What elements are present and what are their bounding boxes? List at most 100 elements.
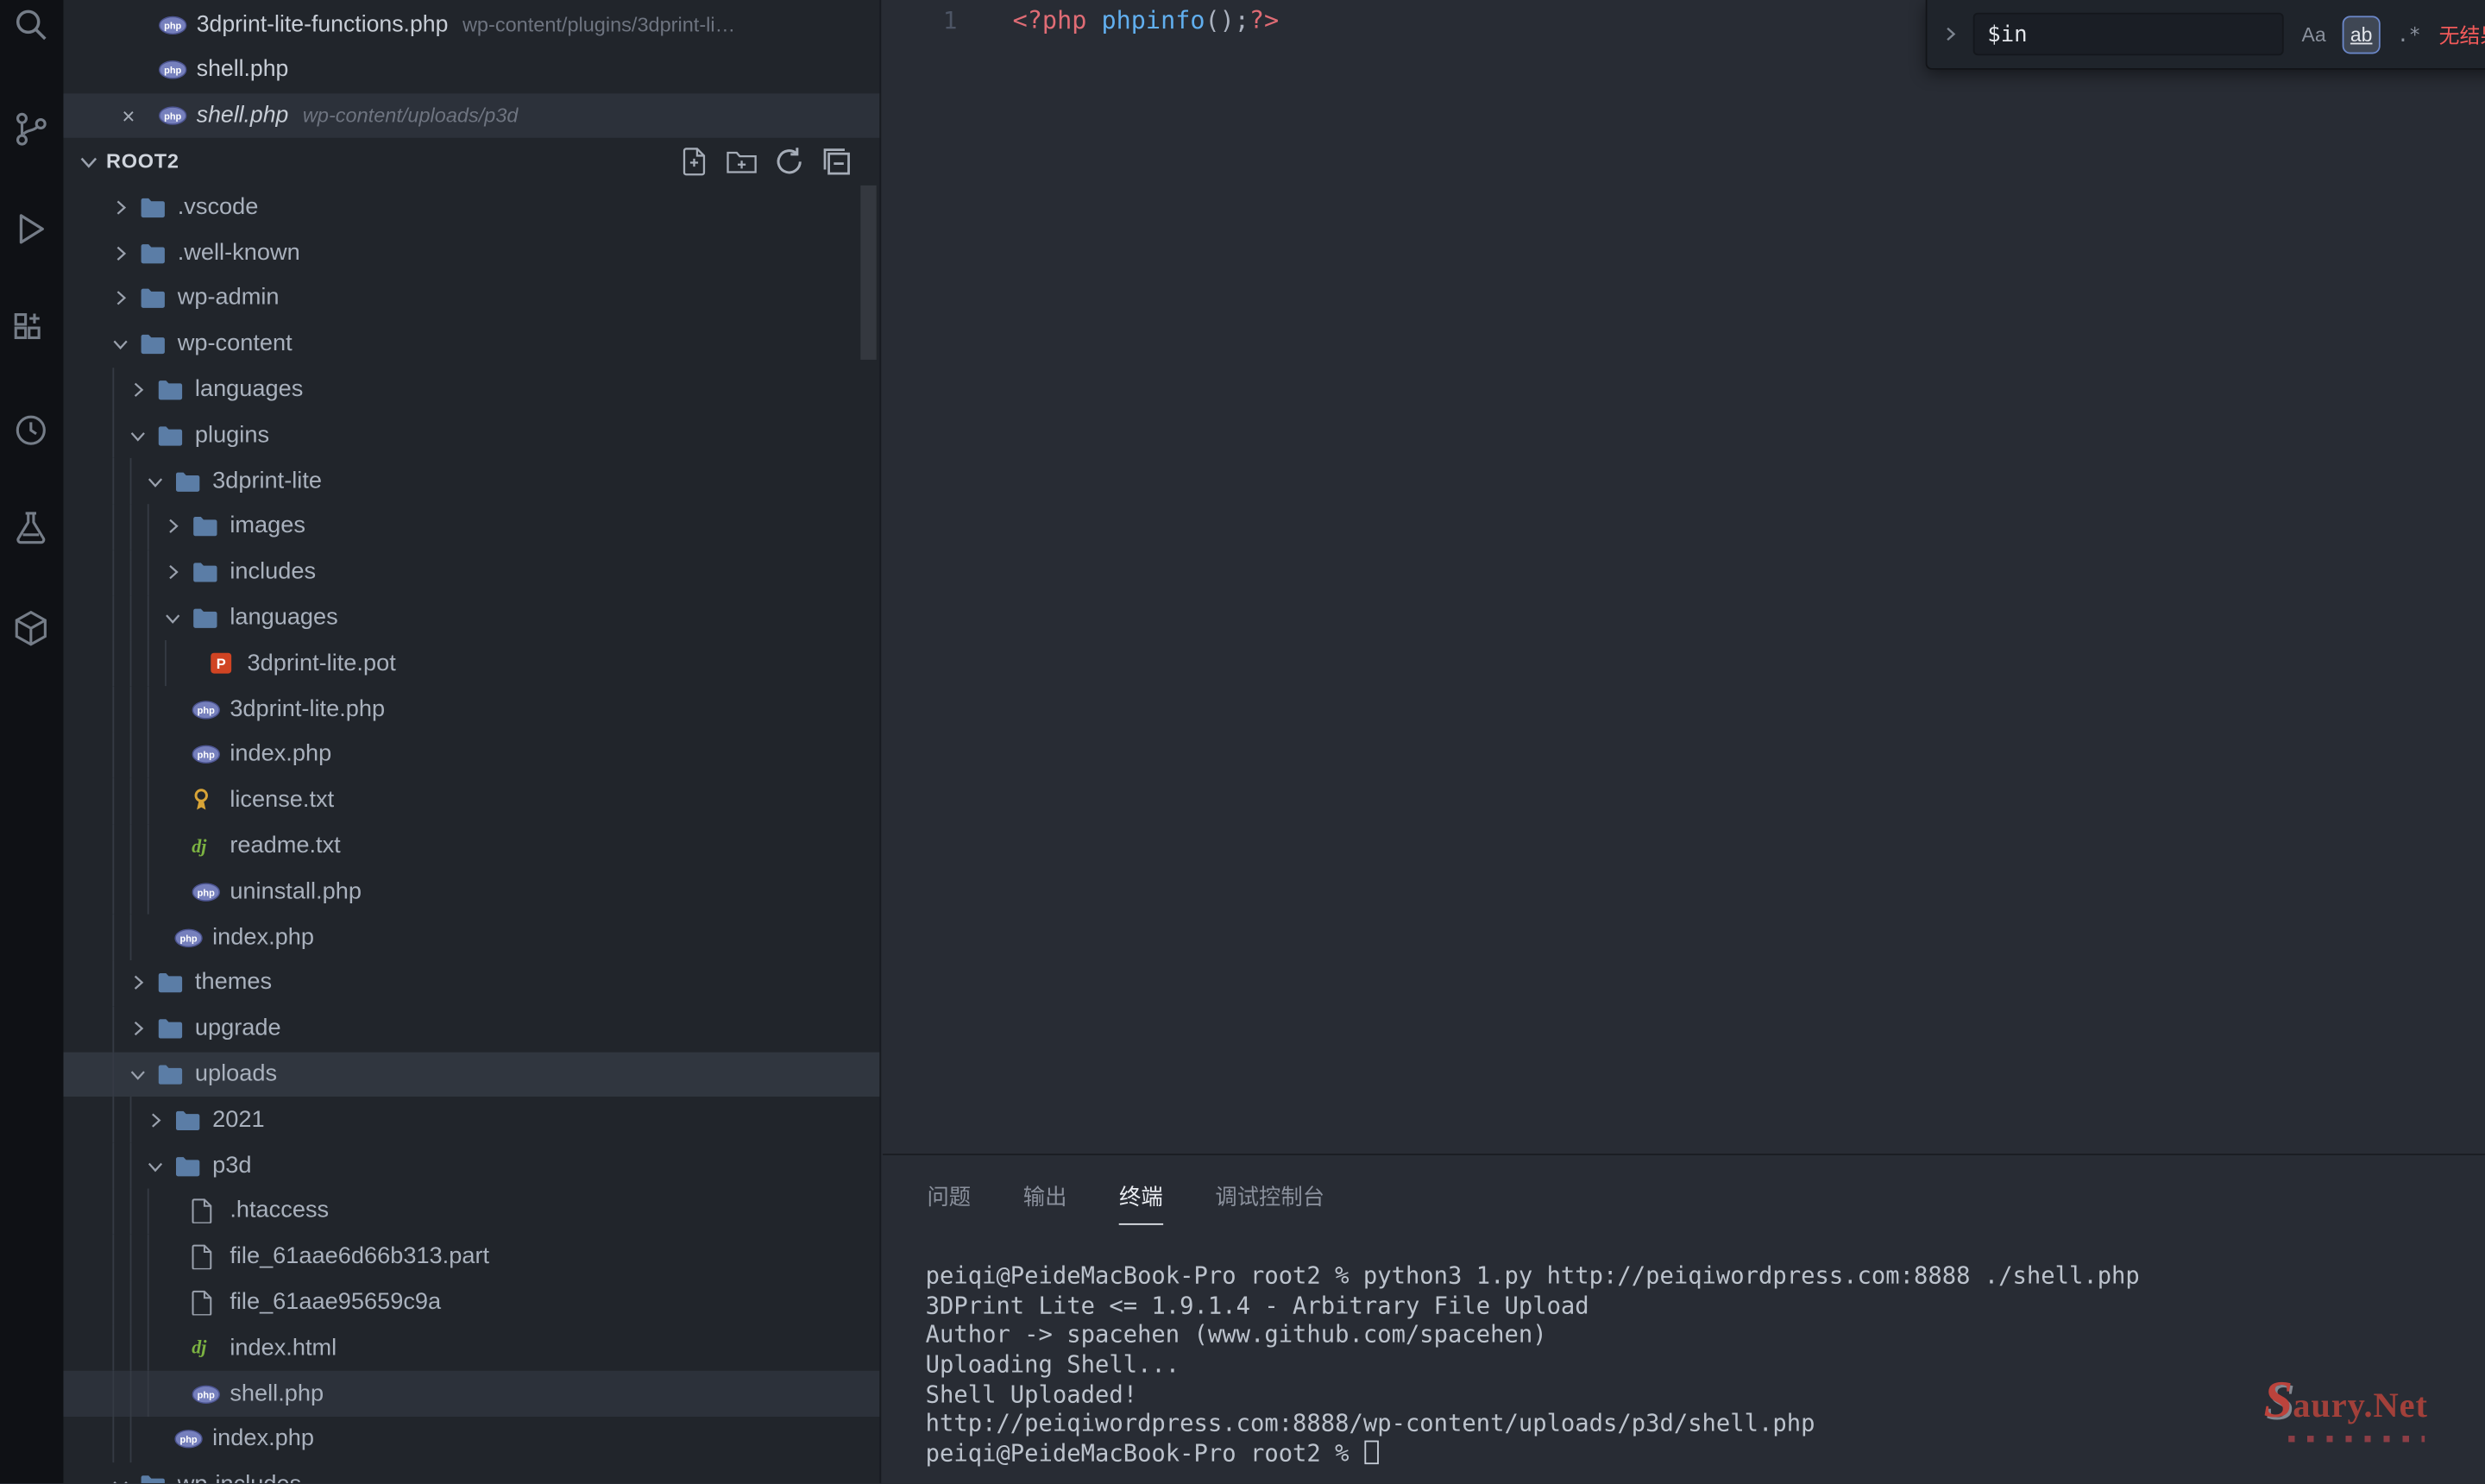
indent-guide — [148, 1280, 149, 1325]
tree-file-index.html[interactable]: djindex.html — [63, 1325, 879, 1371]
indent-guide — [148, 869, 149, 915]
editor-area[interactable]: 1 <?php phpinfo();?> $in Aa ab .* 无结果 — [883, 0, 2485, 1154]
toggle-replace-icon[interactable] — [1940, 24, 1960, 45]
regex-toggle[interactable]: .* — [2392, 16, 2426, 51]
new-file-icon[interactable] — [678, 146, 710, 178]
source-control-icon[interactable] — [9, 108, 53, 151]
find-results-label: 无结果 — [2439, 19, 2485, 49]
tree-folder-upgrade[interactable]: upgrade — [63, 1006, 879, 1052]
sidebar-scrollbar[interactable] — [860, 186, 876, 360]
panel-tab-终端[interactable]: 终端 — [1119, 1158, 1163, 1225]
tree-item-label: 2021 — [212, 1108, 264, 1133]
tree-file-uninstall.php[interactable]: phpuninstall.php — [63, 869, 879, 915]
tree-item-label: 3dprint-lite — [212, 468, 322, 494]
tree-folder-.well-known[interactable]: .well-known — [63, 230, 879, 276]
tree-folder-plugins[interactable]: plugins — [63, 412, 879, 458]
open-editor-label: shell.php — [197, 58, 289, 83]
explorer-section-header[interactable]: ROOT2 — [63, 138, 879, 183]
run-debug-icon[interactable] — [9, 208, 53, 251]
test-beaker-icon[interactable] — [9, 507, 53, 550]
indent-guide — [130, 1371, 132, 1417]
tree-item-label: uninstall.php — [230, 879, 362, 904]
indent-guide — [130, 733, 132, 778]
find-input[interactable]: $in — [1973, 13, 2284, 56]
chevron-down-icon — [157, 606, 189, 631]
tree-folder-3dprint-lite[interactable]: 3dprint-lite — [63, 458, 879, 504]
code-token: (); — [1205, 6, 1249, 35]
indent-guide — [130, 1189, 132, 1235]
open-editor-shell.php[interactable]: ×phpshell.phpwp-content/uploads/p3d — [63, 93, 879, 139]
folder-icon — [171, 467, 209, 495]
history-icon[interactable] — [9, 409, 53, 452]
svg-text:php: php — [164, 66, 181, 77]
chevron-right-icon — [104, 241, 136, 266]
chevron-down-icon — [140, 1153, 172, 1178]
search-icon[interactable] — [9, 3, 53, 47]
chevron-down-icon — [140, 468, 172, 494]
folder-icon — [171, 1106, 209, 1135]
tree-file-file_61aae6d66b313.part[interactable]: file_61aae6d66b313.part — [63, 1234, 879, 1280]
tree-item-label: 3dprint-lite.php — [230, 697, 385, 722]
dj-icon: dj — [189, 1334, 227, 1362]
tree-file-shell.php[interactable]: phpshell.php — [63, 1371, 879, 1417]
chevron-down-icon — [122, 1062, 154, 1087]
tree-file-3dprint-lite.pot[interactable]: P3dprint-lite.pot — [63, 641, 879, 687]
terminal-line: Uploading Shell... — [926, 1352, 2485, 1381]
tree-folder-languages[interactable]: languages — [63, 595, 879, 641]
indent-guide — [148, 504, 149, 550]
folder-icon — [154, 1060, 192, 1089]
code-line[interactable]: <?php phpinfo();?> — [1013, 6, 1280, 35]
tree-folder-languages[interactable]: languages — [63, 368, 879, 413]
new-folder-icon[interactable] — [726, 146, 758, 178]
tree-file-file_61aae95659c9a[interactable]: file_61aae95659c9a — [63, 1280, 879, 1325]
tree-item-label: file_61aae6d66b313.part — [230, 1244, 489, 1269]
match-case-toggle[interactable]: Aa — [2296, 16, 2331, 51]
tree-file-index.php[interactable]: phpindex.php — [63, 915, 879, 960]
indent-guide — [112, 1143, 114, 1189]
open-editor-label: shell.php — [197, 103, 289, 128]
tree-file-index.php[interactable]: phpindex.php — [63, 733, 879, 778]
tree-folder-wp-admin[interactable]: wp-admin — [63, 276, 879, 322]
tree-folder-images[interactable]: images — [63, 504, 879, 550]
tree-file-readme.txt[interactable]: djreadme.txt — [63, 823, 879, 869]
panel-tab-问题[interactable]: 问题 — [927, 1158, 971, 1226]
indent-guide — [130, 595, 132, 641]
tree-folder-uploads[interactable]: uploads — [63, 1052, 879, 1097]
close-icon[interactable]: × — [122, 104, 158, 127]
terminal-line: peiqi@PeideMacBook-Pro root2 % python3 1… — [926, 1263, 2485, 1292]
tree-file-3dprint-lite.php[interactable]: php3dprint-lite.php — [63, 687, 879, 733]
vscode-window: php3dprint-lite-functions.phpwp-content/… — [0, 0, 2485, 1483]
watermark: Saury.Net — [2263, 1373, 2427, 1443]
panel-tab-输出[interactable]: 输出 — [1023, 1158, 1067, 1226]
whole-word-toggle[interactable]: ab — [2343, 16, 2378, 51]
extensions-icon[interactable] — [9, 307, 53, 350]
tree-item-label: p3d — [212, 1153, 251, 1178]
line-number: 1 — [943, 6, 958, 35]
tree-folder-wp-content[interactable]: wp-content — [63, 322, 879, 368]
watermark-initial: S — [2263, 1373, 2293, 1430]
tree-item-label: index.php — [230, 742, 331, 767]
refresh-icon[interactable] — [773, 146, 805, 178]
chevron-slot — [157, 788, 189, 813]
tree-file-index.php[interactable]: phpindex.php — [63, 1417, 879, 1462]
chevron-slot — [140, 925, 172, 950]
tree-item-label: shell.php — [230, 1381, 324, 1406]
indent-guide — [148, 733, 149, 778]
tree-folder-wp-includes[interactable]: wp-includes — [63, 1462, 879, 1483]
tree-file-license.txt[interactable]: license.txt — [63, 778, 879, 824]
chevron-slot — [157, 742, 189, 767]
open-editor-shell.php[interactable]: php shell.php — [63, 47, 879, 93]
tree-file-.htaccess[interactable]: .htaccess — [63, 1189, 879, 1235]
terminal[interactable]: peiqi@PeideMacBook-Pro root2 % python3 1… — [883, 1228, 2485, 1469]
tree-folder-.vscode[interactable]: .vscode — [63, 185, 879, 230]
watermark-text: Saury.Net — [2263, 1373, 2427, 1431]
panel-tab-调试控制台[interactable]: 调试控制台 — [1215, 1158, 1324, 1226]
collapse-all-icon[interactable] — [821, 146, 852, 178]
php-icon: php — [189, 695, 227, 724]
tree-folder-p3d[interactable]: p3d — [63, 1143, 879, 1189]
tree-folder-themes[interactable]: themes — [63, 960, 879, 1006]
tree-folder-2021[interactable]: 2021 — [63, 1097, 879, 1143]
tree-folder-includes[interactable]: includes — [63, 550, 879, 595]
package-icon[interactable] — [9, 607, 53, 650]
open-editor-3dprint-lite-functions.php[interactable]: php3dprint-lite-functions.phpwp-content/… — [63, 3, 879, 48]
